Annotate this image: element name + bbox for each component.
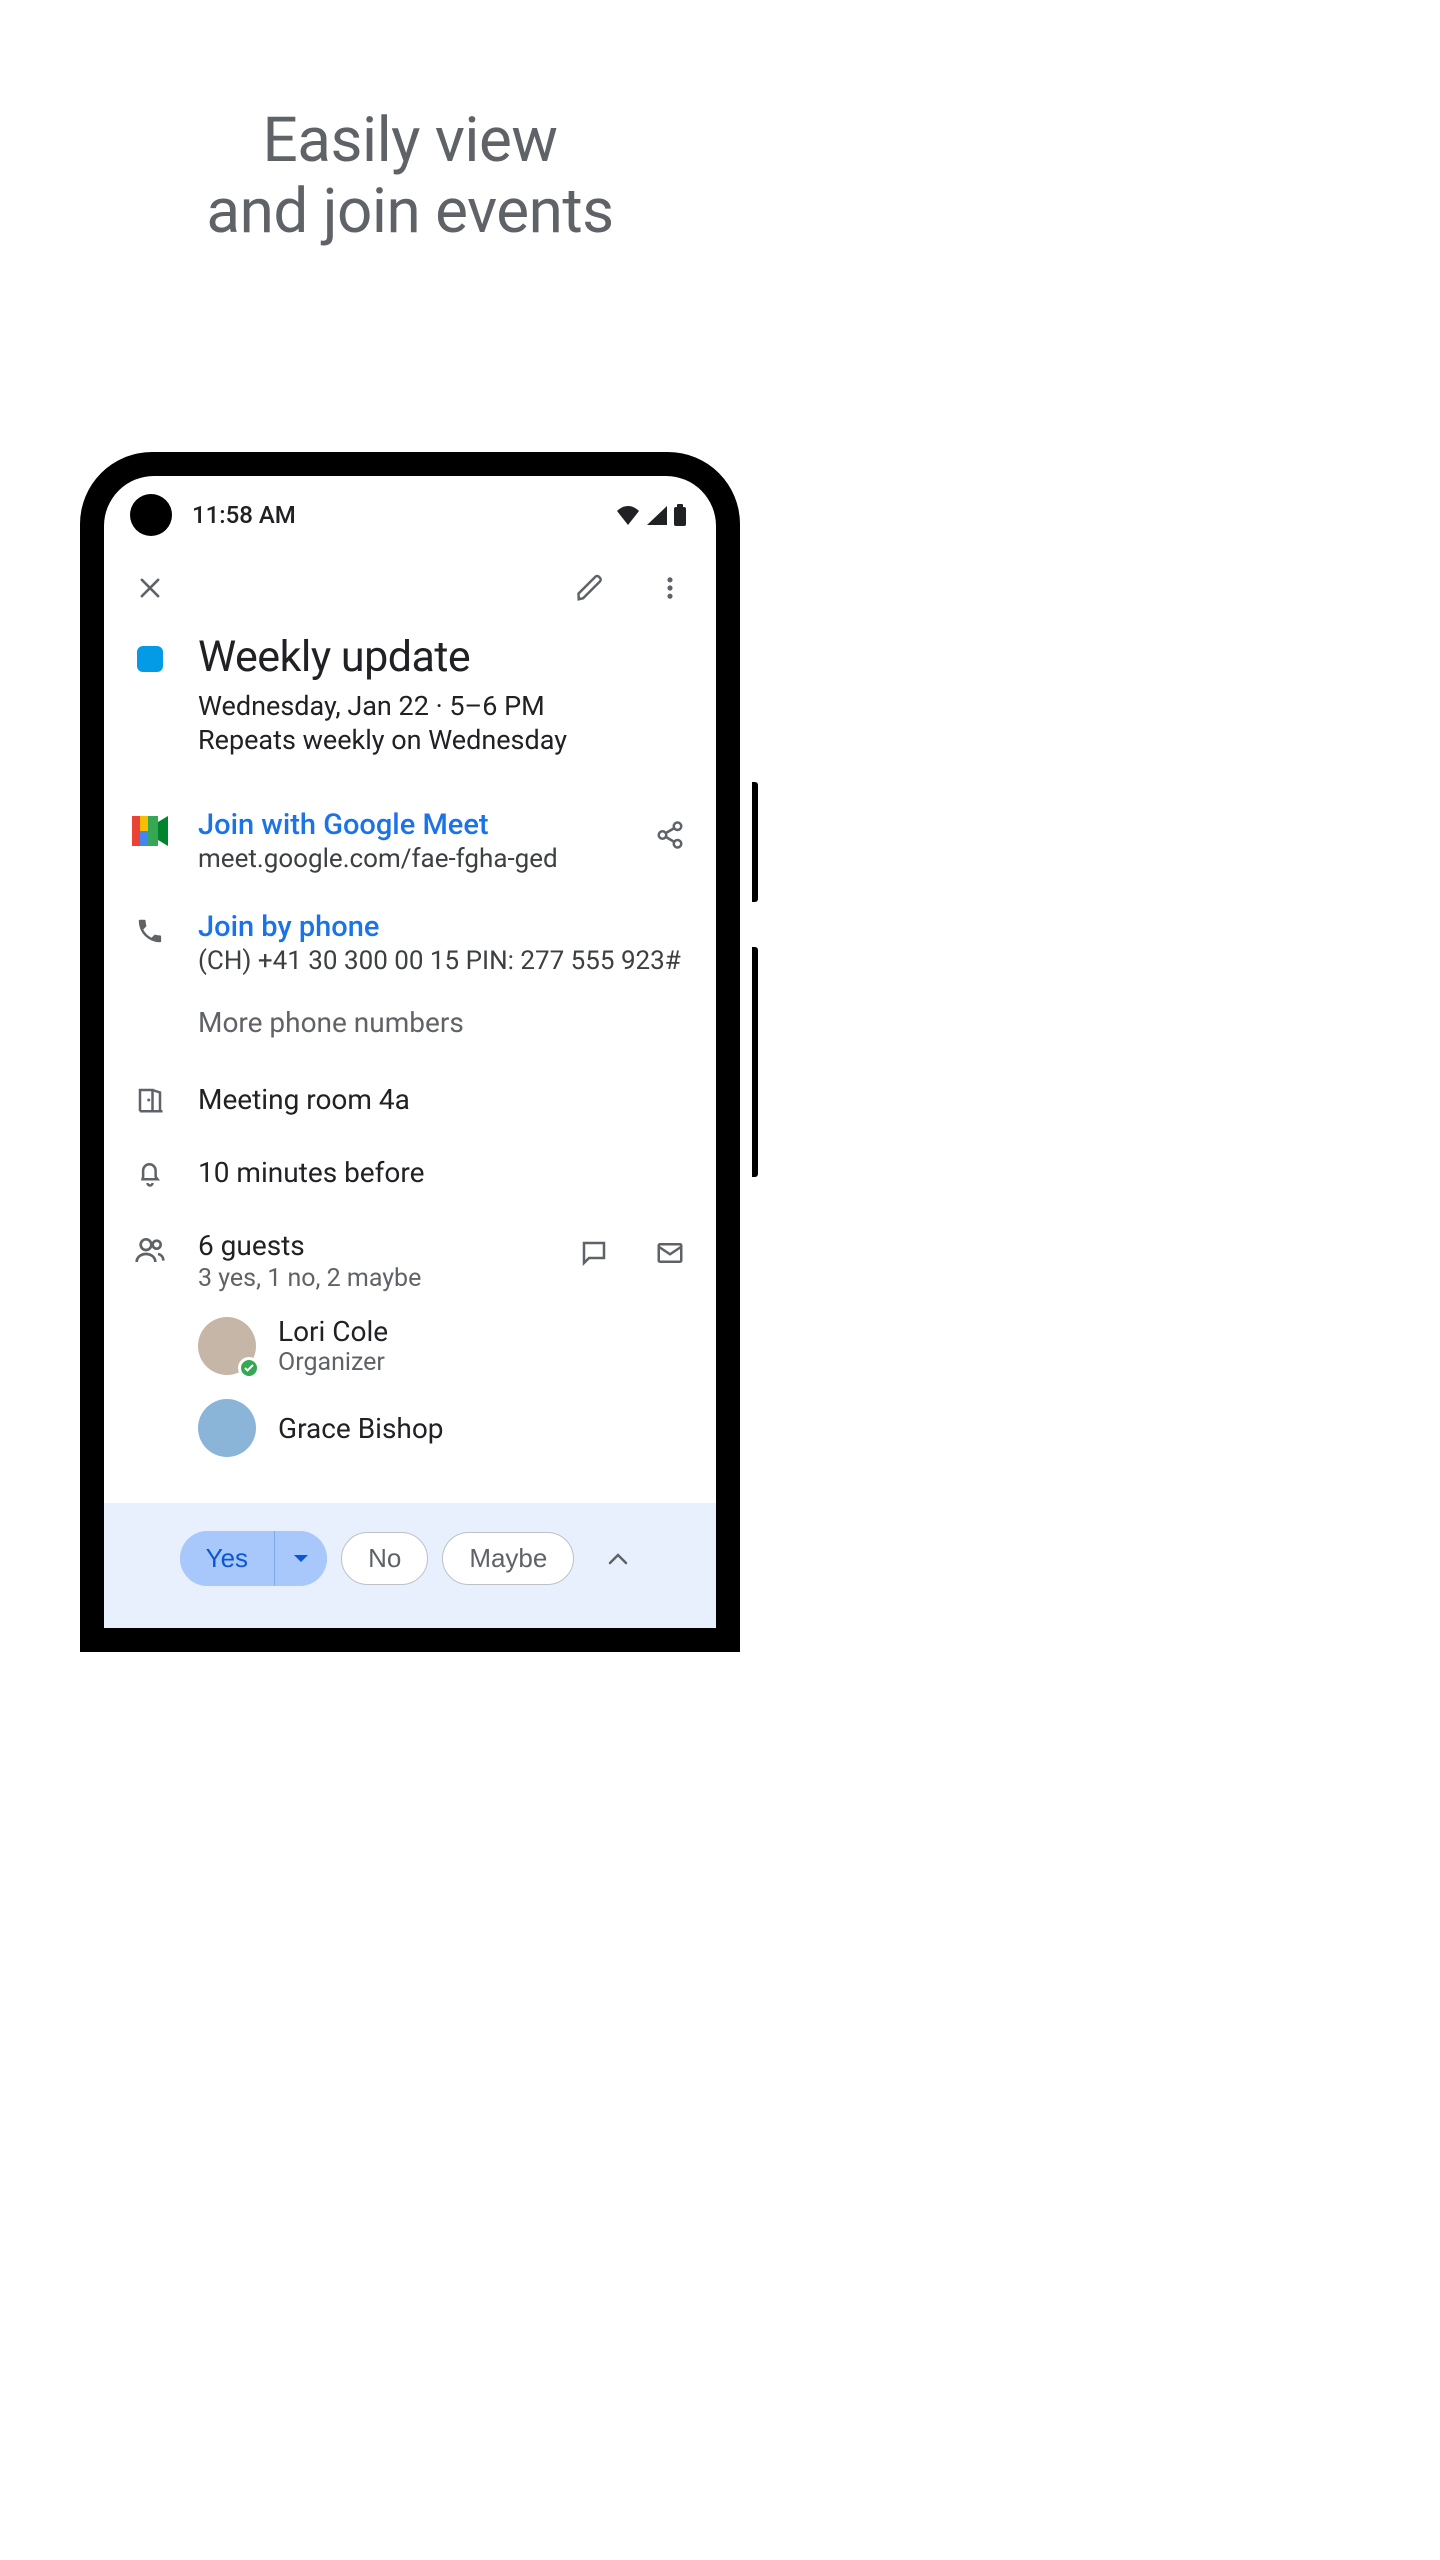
headline-line-1: Easily view xyxy=(0,105,820,176)
overflow-menu-button[interactable] xyxy=(646,564,694,612)
expand-rsvp-button[interactable] xyxy=(596,1537,640,1581)
event-title: Weekly update xyxy=(198,632,694,682)
people-icon xyxy=(134,1235,166,1265)
share-meet-button[interactable] xyxy=(646,808,694,856)
status-icons xyxy=(616,504,686,526)
headline-line-2: and join events xyxy=(0,176,820,247)
chat-icon xyxy=(579,1238,609,1268)
guest-row[interactable]: Grace Bishop xyxy=(126,1399,694,1457)
rsvp-maybe-button[interactable]: Maybe xyxy=(442,1532,574,1585)
reminder-label: 10 minutes before xyxy=(198,1156,694,1189)
battery-icon xyxy=(674,504,686,526)
status-time: 11:58 AM xyxy=(192,501,296,529)
phone-screen: 11:58 AM xyxy=(104,476,716,1628)
edit-button[interactable] xyxy=(566,564,614,612)
status-bar: 11:58 AM xyxy=(104,476,716,532)
event-recurrence: Repeats weekly on Wednesday xyxy=(198,724,694,756)
avatar xyxy=(198,1399,256,1457)
guest-row[interactable]: Lori Cole Organizer xyxy=(126,1315,694,1377)
check-icon xyxy=(243,1362,255,1374)
phone-icon xyxy=(135,916,165,946)
event-datetime: Wednesday, Jan 22 · 5–6 PM xyxy=(198,690,694,722)
join-google-meet-link[interactable]: Join with Google Meet xyxy=(198,808,636,842)
calendar-color-indicator xyxy=(137,646,163,672)
close-button[interactable] xyxy=(126,564,174,612)
close-icon xyxy=(136,574,164,602)
guest-role: Organizer xyxy=(278,1348,388,1377)
side-button xyxy=(752,947,758,1177)
more-phone-numbers-link[interactable]: More phone numbers xyxy=(198,1006,694,1039)
rsvp-yes-badge xyxy=(238,1357,260,1379)
caret-down-icon xyxy=(293,1554,309,1564)
chat-guests-button[interactable] xyxy=(570,1229,618,1277)
rsvp-yes-button[interactable]: Yes xyxy=(180,1531,274,1586)
front-camera xyxy=(130,494,172,536)
signal-icon xyxy=(646,505,668,525)
room-icon xyxy=(135,1085,165,1115)
pencil-icon xyxy=(575,573,605,603)
room-label: Meeting room 4a xyxy=(198,1083,694,1116)
phone-bezel: 11:58 AM xyxy=(94,466,726,1638)
guest-response-summary: 3 yes, 1 no, 2 maybe xyxy=(198,1264,560,1293)
phone-frame: 11:58 AM xyxy=(80,452,740,1652)
guest-count: 6 guests xyxy=(198,1229,560,1262)
guest-name: Lori Cole xyxy=(278,1315,388,1348)
wifi-icon xyxy=(616,505,640,525)
google-meet-icon xyxy=(132,816,168,846)
guest-name: Grace Bishop xyxy=(278,1412,444,1445)
phone-number-detail: (CH) +41 30 300 00 15 PIN: 277 555 923# xyxy=(198,946,694,976)
side-button xyxy=(752,782,758,902)
rsvp-yes-options-button[interactable] xyxy=(274,1531,327,1586)
join-by-phone-link[interactable]: Join by phone xyxy=(198,910,694,944)
email-guests-button[interactable] xyxy=(646,1229,694,1277)
chevron-up-icon xyxy=(607,1552,629,1566)
email-icon xyxy=(655,1238,685,1268)
rsvp-yes-group: Yes xyxy=(180,1531,327,1586)
share-icon xyxy=(655,820,685,850)
marketing-headline: Easily view and join events xyxy=(0,105,820,248)
top-bar xyxy=(104,532,716,624)
rsvp-no-button[interactable]: No xyxy=(341,1532,428,1585)
meet-url: meet.google.com/fae-fgha-ged xyxy=(198,844,636,874)
rsvp-bar: Yes No Maybe xyxy=(104,1503,716,1628)
event-content: Weekly update Wednesday, Jan 22 · 5–6 PM… xyxy=(104,632,716,1457)
more-vert-icon xyxy=(656,574,684,602)
bell-icon xyxy=(135,1158,165,1188)
